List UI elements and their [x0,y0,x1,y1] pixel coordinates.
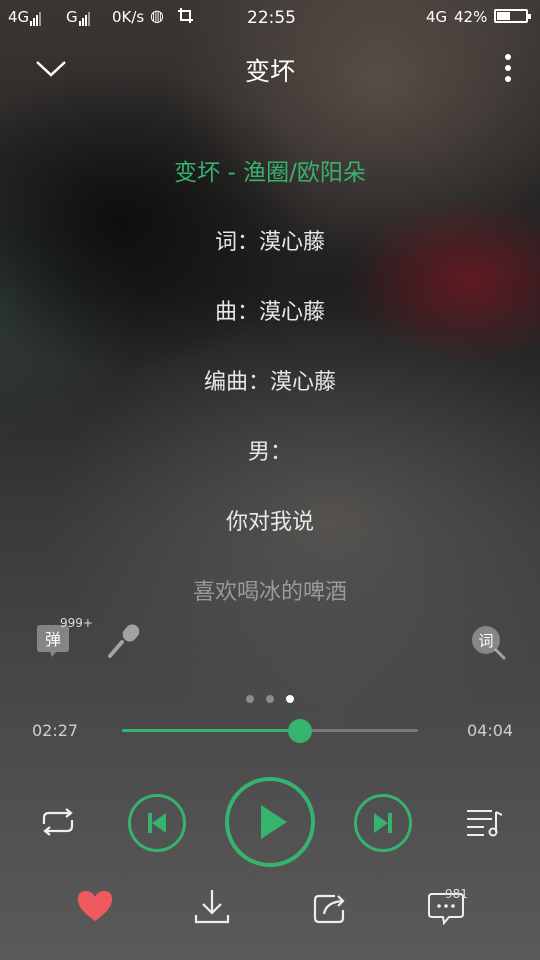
danmaku-count: 999+ [60,616,93,630]
lyric-line: 词：漠心藤 [214,230,325,255]
download-icon[interactable] [194,888,234,928]
battery-icon [494,9,531,23]
screenshot-icon [177,7,195,29]
lyric-line: 变坏 - 渔圈/欧阳朵 [174,160,366,186]
more-vertical-icon[interactable] [498,54,518,86]
microphone-icon[interactable] [106,622,144,660]
repeat-icon[interactable] [38,806,78,842]
progress-thumb[interactable] [287,719,312,743]
network-indicator-1: 4G [8,8,42,26]
skip-next-icon [374,813,392,833]
page-title: 变坏 [244,57,295,86]
status-bar: 4G G 0K/s ◍ 22:55 4G 42% [0,0,540,34]
play-icon [261,805,287,839]
progress-slider[interactable] [122,719,418,743]
clock: 22:55 [247,8,296,28]
signal-icon [29,8,42,26]
previous-button[interactable] [128,794,186,852]
lyric-search-icon[interactable]: 词 [470,624,508,662]
page-dot [246,695,254,703]
network-indicator-right: 4G [426,8,448,26]
play-button[interactable] [225,777,315,867]
lyric-line: 编曲：漠心藤 [203,370,336,395]
current-time: 02:27 [32,721,79,740]
total-time: 04:04 [467,721,514,740]
page-indicator [0,688,540,707]
battery-percent: 42% [454,8,488,26]
playlist-icon[interactable] [466,806,504,842]
lyric-search-label: 词 [478,632,493,650]
lyric-line: 你对我说 [225,510,314,535]
page-dot [266,695,274,703]
network-indicator-2: G [66,8,90,26]
lyric-line: 曲：漠心藤 [214,300,325,325]
network-speed: 0K/s [112,8,145,26]
share-icon[interactable] [311,888,351,928]
lyric-line: 男： [247,440,292,465]
comment-count: 981 [445,887,468,901]
lyric-line: 喜欢喝冰的啤酒 [192,580,347,605]
danmaku-label: 弹 [45,630,61,649]
page-dot-active [286,695,294,703]
heart-icon[interactable] [76,888,116,928]
signal-icon [78,8,90,26]
globe-icon: ◍ [150,6,164,25]
next-button[interactable] [354,794,412,852]
progress-played [122,729,300,732]
skip-previous-icon [148,813,166,833]
